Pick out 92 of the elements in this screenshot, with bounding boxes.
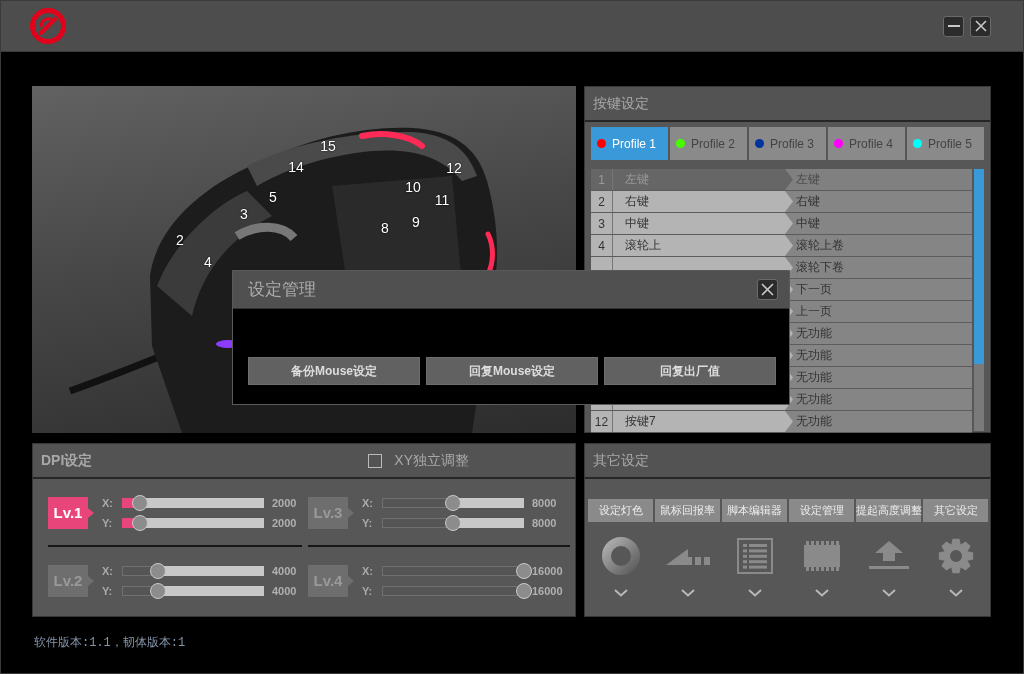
- row-number: 2: [591, 191, 613, 212]
- scrollbar-thumb[interactable]: [974, 169, 984, 364]
- close-button[interactable]: [757, 279, 778, 300]
- profile-tab[interactable]: Profile 5: [907, 127, 984, 160]
- axis-label: Y:: [102, 585, 114, 597]
- callout-number: 4: [204, 254, 212, 270]
- button-name-cell[interactable]: 右键: [613, 191, 793, 212]
- row-number: 4: [591, 235, 613, 256]
- settings-tab-button[interactable]: 脚本编辑器: [722, 499, 787, 522]
- caret-icon[interactable]: [613, 589, 628, 597]
- settings-icon[interactable]: [937, 538, 974, 574]
- checkbox-label: XY独立调整: [394, 451, 469, 470]
- callout-number: 8: [381, 220, 389, 236]
- callout-number: 2: [176, 232, 184, 248]
- caret-icon[interactable]: [948, 589, 963, 597]
- axis-label: Y:: [102, 517, 114, 529]
- callout-number: 11: [434, 192, 450, 208]
- profile-tab[interactable]: Profile 2: [670, 127, 747, 160]
- row-number: 12: [591, 411, 613, 432]
- close-button[interactable]: [970, 15, 991, 37]
- callout-number: 3: [240, 206, 248, 222]
- slider-thumb[interactable]: [131, 515, 148, 531]
- dpi-value: 4000: [272, 565, 297, 577]
- checkbox[interactable]: [368, 453, 383, 468]
- slider-thumb[interactable]: [516, 563, 532, 579]
- version-text: 软件版本:1.1，韧体版本:1: [34, 635, 186, 651]
- caret-icon[interactable]: [814, 589, 829, 597]
- slider-thumb[interactable]: [445, 495, 461, 511]
- logo-icon: [30, 8, 66, 44]
- settings-tab-button[interactable]: 提起高度调整: [856, 499, 921, 522]
- callout-number: 9: [412, 214, 420, 230]
- action-cell[interactable]: 滚轮上卷: [785, 235, 972, 256]
- axis-label: X:: [362, 565, 374, 577]
- row-number: 3: [591, 213, 613, 234]
- dpi-value: 4000: [272, 585, 297, 597]
- slider-thumb[interactable]: [516, 583, 532, 599]
- minimize-button[interactable]: [943, 15, 964, 37]
- panel-header: DPI设定: [41, 451, 93, 470]
- chip-icon[interactable]: [803, 541, 840, 571]
- slider-thumb[interactable]: [149, 583, 166, 599]
- action-cell[interactable]: 无功能: [785, 411, 972, 432]
- dpi-value: 16000: [532, 565, 563, 577]
- callout-number: 14: [288, 159, 304, 175]
- action-cell[interactable]: 滚轮下卷: [785, 257, 972, 278]
- dialog-button[interactable]: 备份Mouse设定: [248, 357, 420, 385]
- scrollbar[interactable]: [974, 169, 984, 431]
- ring-icon[interactable]: [601, 537, 640, 575]
- caret-icon[interactable]: [747, 589, 762, 597]
- dpi-value: 2000: [272, 497, 297, 509]
- dpi-value: 8000: [532, 497, 557, 509]
- profile-tab[interactable]: Profile 1: [591, 127, 668, 160]
- panel-header: 其它设定: [585, 444, 990, 479]
- minimize-icon: [947, 25, 960, 27]
- callout-number: 15: [320, 138, 336, 154]
- list-icon[interactable]: [736, 538, 773, 574]
- signal-ramp-icon[interactable]: [665, 547, 710, 565]
- axis-label: X:: [102, 497, 114, 509]
- profile-tab[interactable]: Profile 4: [828, 127, 905, 160]
- action-cell[interactable]: 中键: [785, 213, 972, 234]
- upload-icon[interactable]: [868, 541, 909, 571]
- callout-number: 12: [446, 160, 462, 176]
- dialog-button[interactable]: 回复出厂值: [604, 357, 776, 385]
- settings-tab-button[interactable]: 其它设定: [923, 499, 988, 522]
- axis-label: Y:: [362, 517, 374, 529]
- button-name-cell[interactable]: 滚轮上: [613, 235, 793, 256]
- callout-number: 5: [269, 189, 277, 205]
- dpi-value: 2000: [272, 517, 297, 529]
- axis-label: X:: [362, 497, 374, 509]
- close-icon: [974, 20, 987, 32]
- dialog-title: 设定管理: [248, 279, 316, 301]
- settings-tab-button[interactable]: 设定灯色: [588, 499, 653, 522]
- settings-tab-button[interactable]: 设定管理: [789, 499, 854, 522]
- axis-label: Y:: [362, 585, 374, 597]
- close-icon: [761, 283, 774, 296]
- profile-tab[interactable]: Profile 3: [749, 127, 826, 160]
- action-cell[interactable]: 右键: [785, 191, 972, 212]
- callout-number: 10: [405, 179, 421, 195]
- settings-tab-button[interactable]: 鼠标回报率: [655, 499, 720, 522]
- slider-thumb[interactable]: [131, 495, 148, 511]
- panel-header: 按键设定: [585, 87, 990, 122]
- button-name-cell[interactable]: 中键: [613, 213, 793, 234]
- dpi-value: 16000: [532, 585, 563, 597]
- slider-thumb[interactable]: [149, 563, 166, 579]
- axis-label: X:: [102, 565, 114, 577]
- slider-thumb[interactable]: [445, 515, 461, 531]
- dpi-value: 8000: [532, 517, 557, 529]
- caret-icon[interactable]: [881, 589, 896, 597]
- dpi-level-button[interactable]: Lv.1: [48, 497, 94, 529]
- caret-icon[interactable]: [680, 589, 695, 597]
- button-name-cell[interactable]: 按键7: [613, 411, 793, 432]
- action-cell[interactable]: 无功能: [785, 389, 972, 410]
- dialog-button[interactable]: 回复Mouse设定: [426, 357, 598, 385]
